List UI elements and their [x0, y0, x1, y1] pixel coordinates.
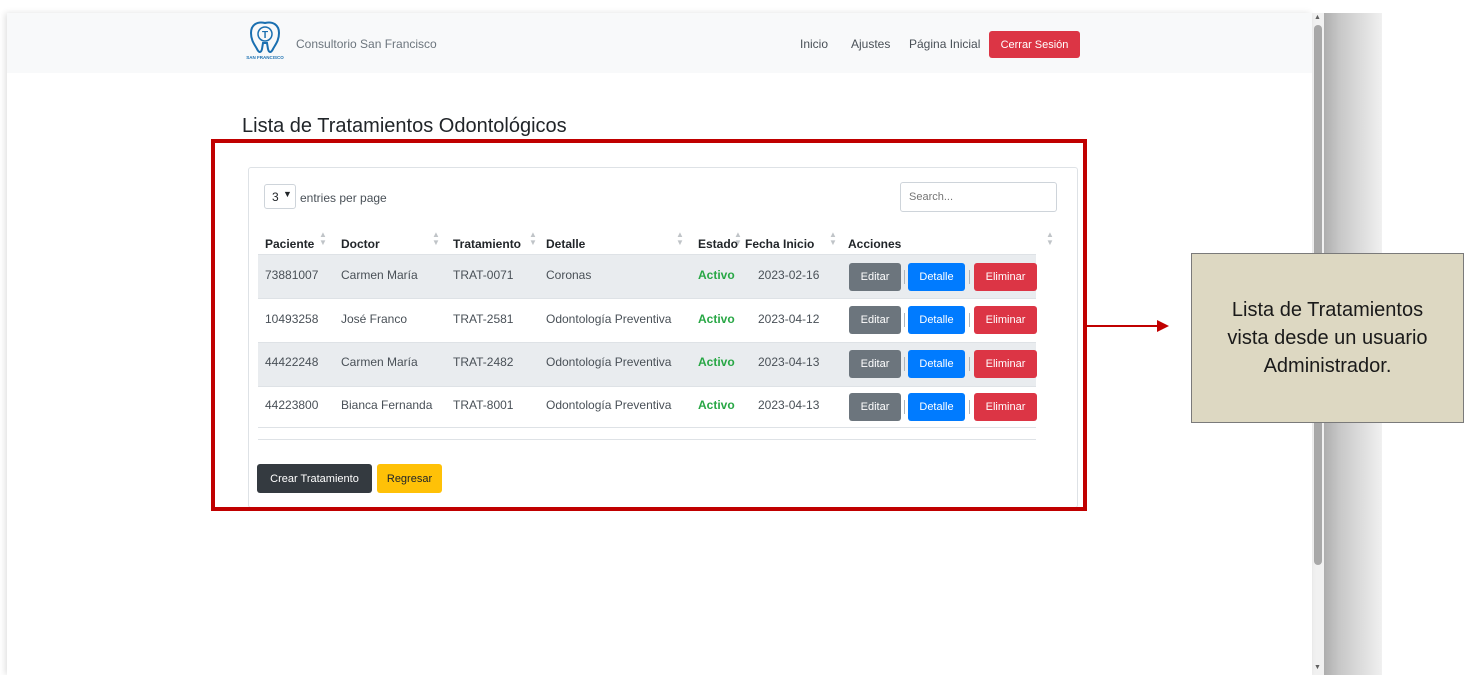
nav-link-pagina-inicial[interactable]: Página Inicial [909, 37, 980, 51]
arrow-right-icon [1157, 320, 1169, 332]
brand-name[interactable]: Consultorio San Francisco [296, 37, 437, 51]
nav-link-inicio[interactable]: Inicio [800, 37, 828, 51]
clinic-logo[interactable]: T SAN FRANCISCO [243, 19, 287, 63]
page-title: Lista de Tratamientos Odontológicos [242, 115, 567, 137]
logo-caption: SAN FRANCISCO [246, 55, 284, 60]
logout-button[interactable]: Cerrar Sesión [989, 31, 1080, 58]
scroll-down-icon[interactable]: ▼ [1314, 664, 1321, 671]
navbar: T SAN FRANCISCO Consultorio San Francisc… [7, 13, 1312, 73]
nav-link-ajustes[interactable]: Ajustes [851, 37, 890, 51]
highlight-frame [211, 139, 1087, 511]
scroll-up-icon[interactable]: ▲ [1314, 14, 1321, 21]
annotation-callout: Lista de Tratamientos vista desde un usu… [1191, 253, 1464, 423]
screenshot-frame: ▲ ▼ T SAN FRANCISCO Consultorio San Fran… [0, 0, 1464, 675]
logo-letter: T [262, 30, 268, 41]
annotation-arrow [1087, 325, 1159, 327]
